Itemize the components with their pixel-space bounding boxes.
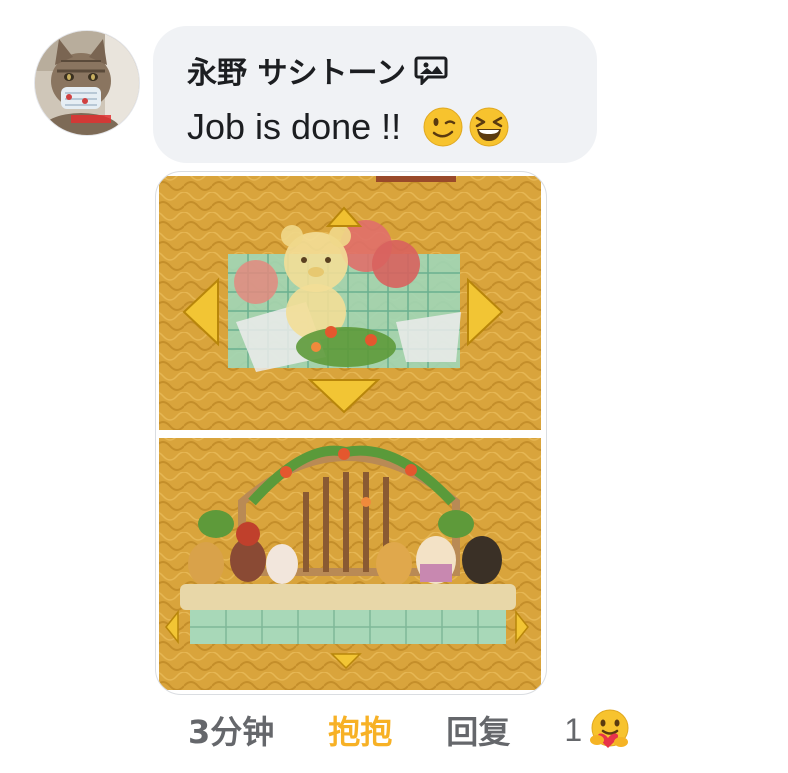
bottom-panel xyxy=(159,438,541,690)
top-panel xyxy=(159,176,541,430)
image-chat-icon xyxy=(414,56,448,85)
author-name-text[interactable]: 永野 サシトーン xyxy=(187,48,406,92)
winking-face-icon xyxy=(423,107,463,147)
pixel-art-game-screenshot xyxy=(156,176,546,690)
comment-body: Job is done !! xyxy=(187,106,402,147)
reaction-button[interactable]: 抱抱 xyxy=(328,707,392,753)
cat-avatar-icon xyxy=(35,31,139,135)
reaction-count[interactable]: 1 xyxy=(564,712,582,749)
reply-button[interactable]: 回复 xyxy=(446,707,510,753)
comment-text: Job is done !! xyxy=(187,106,509,148)
author-avatar[interactable] xyxy=(34,30,140,136)
care-hug-emoji-icon[interactable] xyxy=(588,708,632,752)
grinning-squinting-face-icon xyxy=(469,107,509,147)
author-name[interactable]: 永野 サシトーン xyxy=(187,48,448,92)
comment-timestamp[interactable]: 3分钟 xyxy=(188,707,274,753)
image-attachment[interactable] xyxy=(155,171,547,695)
comment-bubble: 永野 サシトーン Job is done !! xyxy=(153,26,597,163)
comment-actions: 3分钟 抱抱 回复 1 xyxy=(188,708,632,752)
